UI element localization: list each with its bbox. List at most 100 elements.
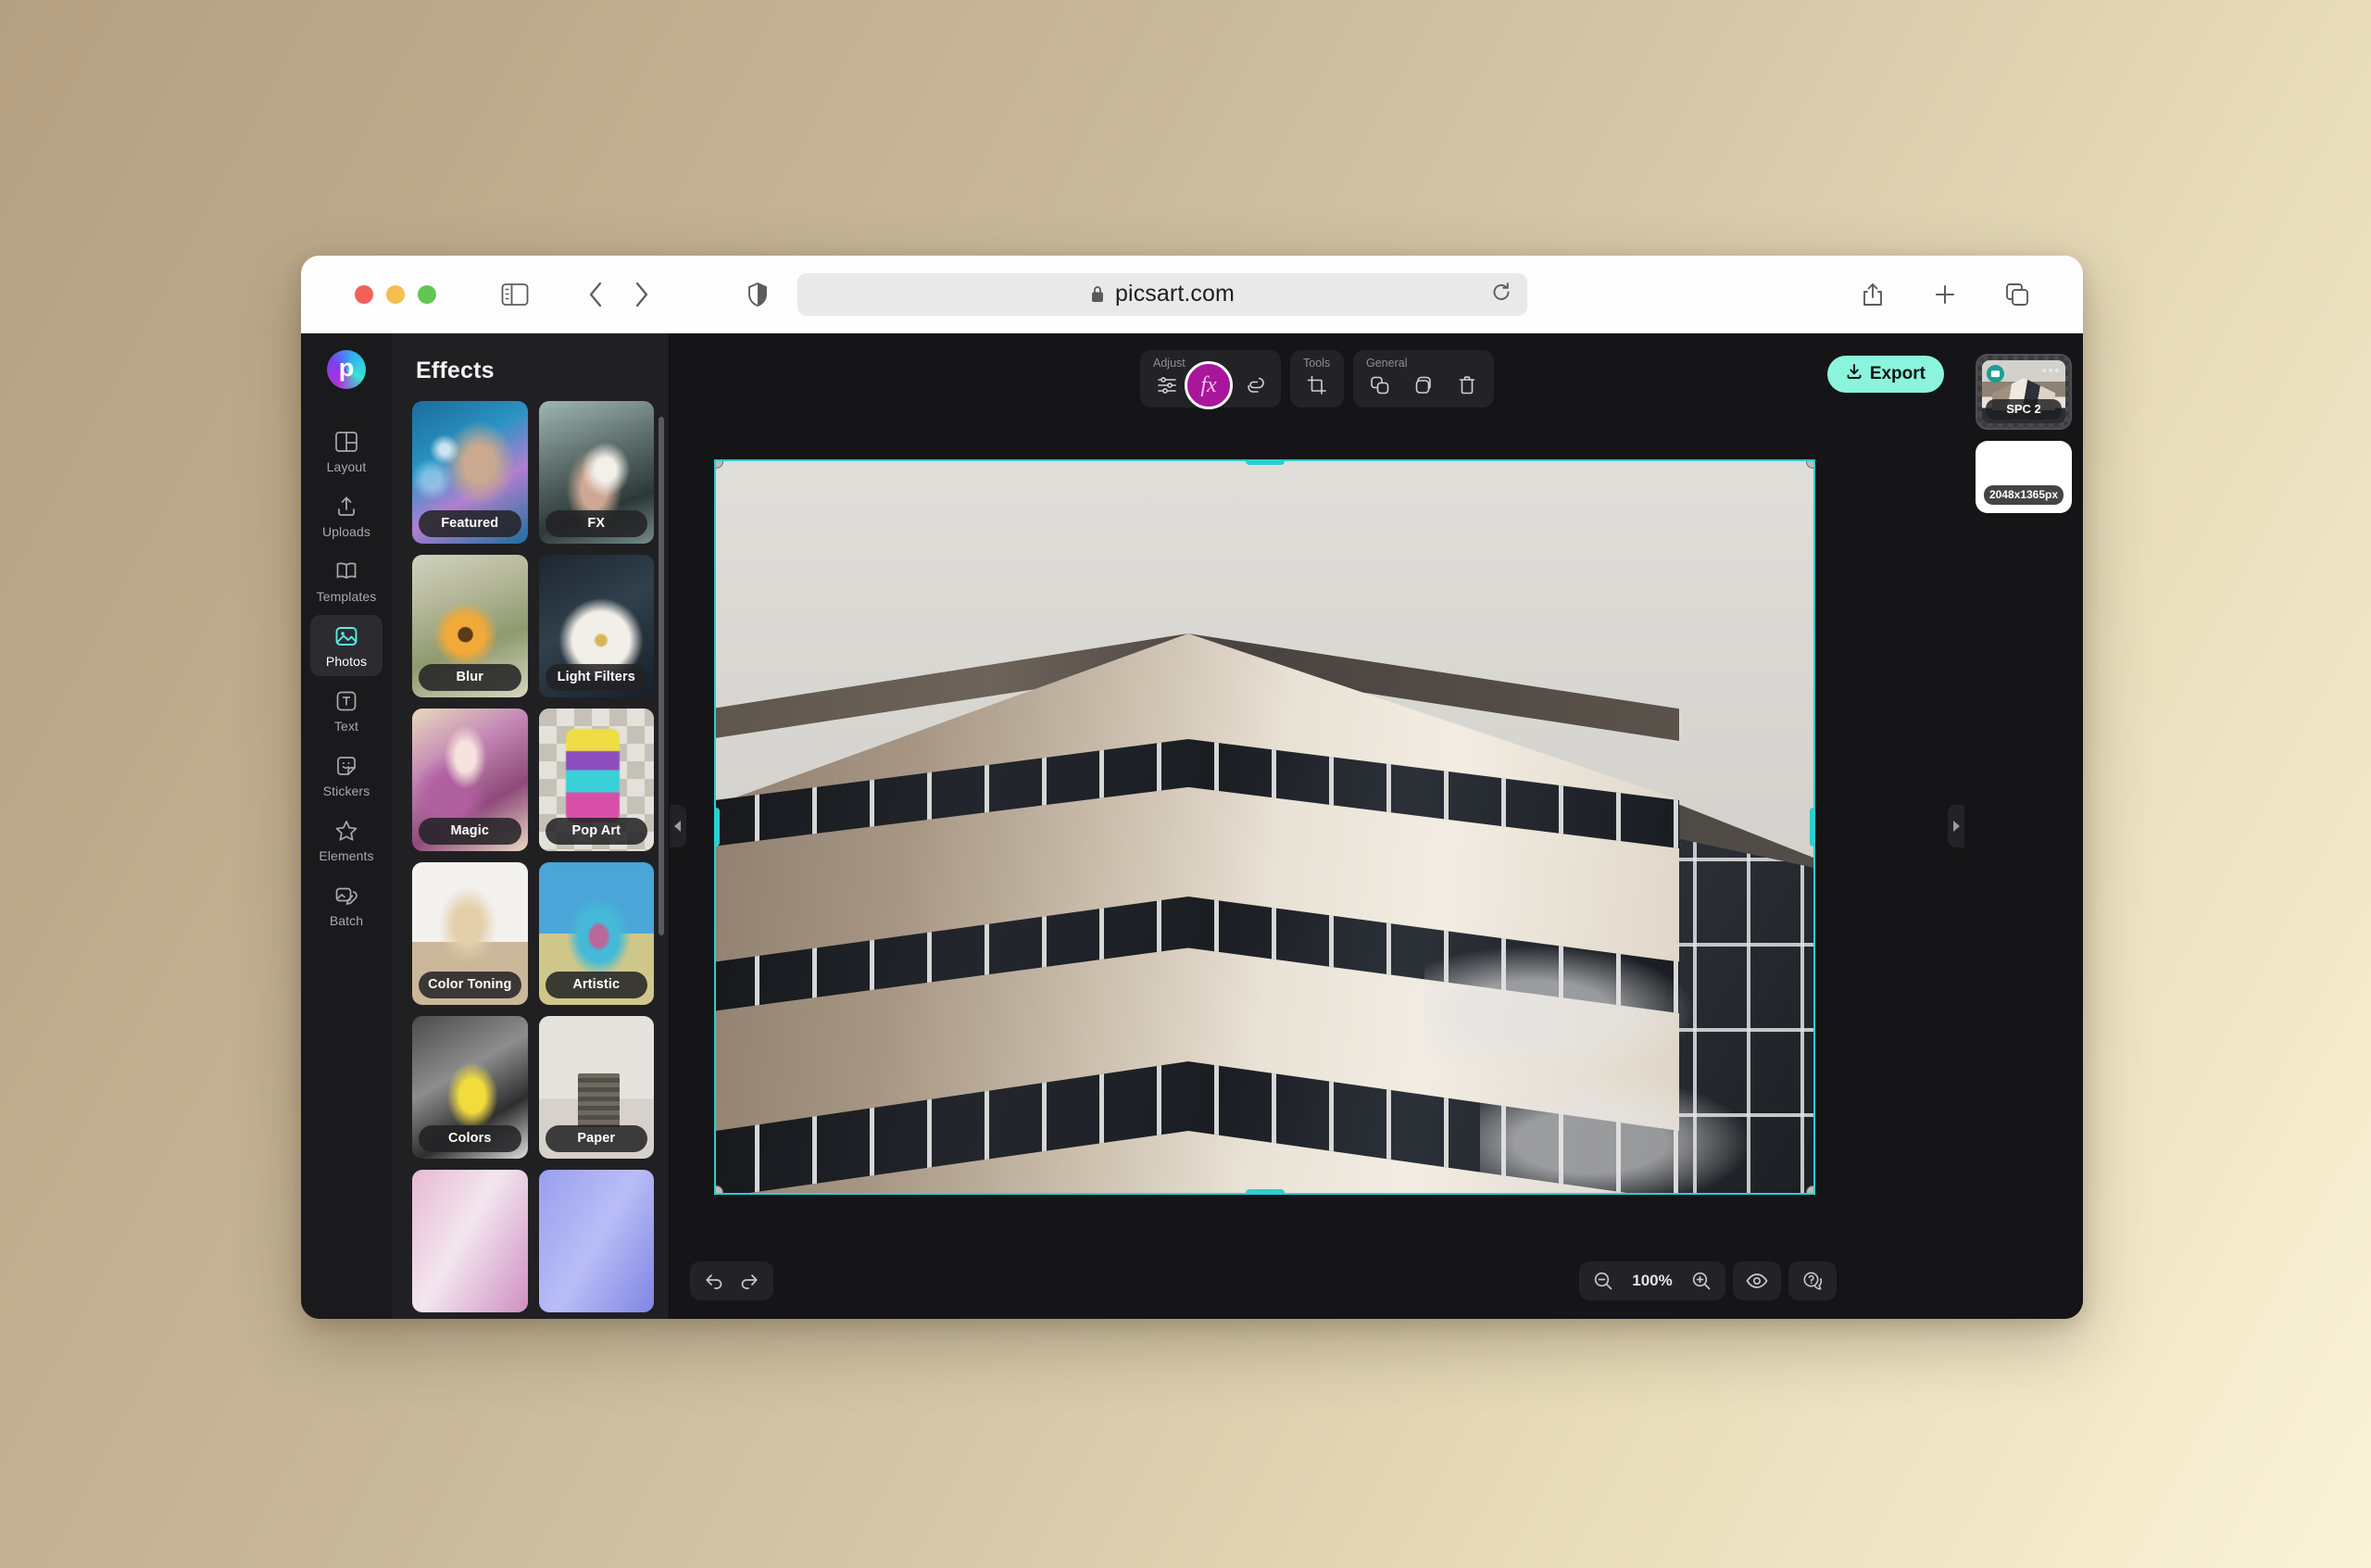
toolbar-group-icons: fx	[1151, 371, 1270, 399]
templates-icon	[333, 558, 359, 584]
sidebar-item-stickers[interactable]: Stickers	[310, 745, 383, 806]
picsart-editor: p Layout	[301, 333, 2083, 1319]
sidebar-toggle-icon[interactable]	[494, 273, 536, 316]
url-display: picsart.com	[1090, 281, 1235, 307]
resize-handle-top[interactable]	[1246, 461, 1285, 465]
maximize-window-button[interactable]	[418, 285, 436, 304]
effect-card-light-filters[interactable]: Light Filters	[539, 555, 655, 697]
sidebar-item-label: Layout	[327, 459, 367, 474]
sidebar-item-elements[interactable]: Elements	[310, 809, 383, 871]
effect-card-fx[interactable]: FX	[539, 401, 655, 544]
effect-card-blur[interactable]: Blur	[412, 555, 528, 697]
artboard-wrap	[716, 461, 1818, 1202]
eye-icon[interactable]	[1742, 1267, 1772, 1295]
sidebar-item-label: Batch	[330, 913, 363, 928]
effect-card-label: Blur	[419, 664, 521, 691]
picsart-logo: p	[327, 350, 366, 389]
sidebar-item-label: Photos	[326, 654, 367, 669]
sidebar-item-uploads[interactable]: Uploads	[310, 485, 383, 546]
reload-icon[interactable]	[1490, 281, 1512, 307]
effect-card-label: Colors	[419, 1125, 521, 1152]
toolbar-group-icons	[1364, 371, 1483, 399]
effect-card-color-toning[interactable]: Color Toning	[412, 862, 528, 1005]
tabs-icon[interactable]	[1996, 273, 2039, 316]
plus-icon[interactable]	[1924, 273, 1966, 316]
effect-card-label: Light Filters	[546, 664, 648, 691]
effect-card-pop-art[interactable]: Pop Art	[539, 709, 655, 851]
effect-card-next-row-left[interactable]	[412, 1170, 528, 1312]
help-chat-icon[interactable]	[1798, 1267, 1827, 1295]
upload-icon	[333, 494, 359, 520]
undo-redo-bar	[690, 1261, 773, 1300]
text-icon	[333, 688, 359, 714]
collapse-left-panel-icon[interactable]	[670, 805, 686, 847]
chevron-right-icon[interactable]	[620, 273, 662, 316]
effect-card-label: Magic	[419, 818, 521, 845]
sidebar-item-batch[interactable]: Batch	[310, 874, 383, 935]
chevron-left-icon[interactable]	[575, 273, 618, 316]
effect-card-label: Featured	[419, 510, 521, 537]
photos-icon	[333, 623, 359, 649]
panel-scrollbar[interactable]	[659, 417, 664, 935]
effect-thumbnail	[539, 1170, 655, 1312]
lock-icon	[1090, 284, 1105, 304]
canvas-size-label: 2048x1365px	[1984, 485, 2064, 505]
minimize-window-button[interactable]	[386, 285, 405, 304]
trash-icon[interactable]	[1451, 371, 1483, 399]
window-traffic-lights	[355, 285, 436, 304]
toolbar-group-tools: Tools	[1290, 350, 1344, 408]
fx-icon[interactable]: fx	[1195, 371, 1226, 399]
layer-name: SPC 2	[1986, 399, 2062, 420]
duplicate-icon[interactable]	[1364, 371, 1396, 399]
copy-icon[interactable]	[1408, 371, 1439, 399]
sidebar-item-text[interactable]: Text	[310, 680, 383, 741]
canvas-area: Adjust fx	[670, 333, 1964, 1319]
sidebar-item-photos[interactable]: Photos	[310, 615, 383, 676]
layer-item-image[interactable]: ••• SPC 2	[1976, 354, 2072, 430]
sidebar-item-layout[interactable]: Layout	[310, 420, 383, 482]
export-button[interactable]: Export	[1827, 356, 1944, 393]
canvas-photo[interactable]	[716, 461, 1813, 1193]
effect-card-next-row-right[interactable]	[539, 1170, 655, 1312]
layout-icon	[333, 429, 359, 455]
address-bar[interactable]: picsart.com	[797, 273, 1527, 316]
rail-items: Layout Uploads	[301, 420, 392, 935]
undo-icon[interactable]	[699, 1267, 729, 1295]
browser-window: picsart.com	[301, 256, 2083, 1319]
resize-handle-bottom[interactable]	[1246, 1189, 1285, 1193]
effect-card-label: Artistic	[546, 972, 648, 998]
effect-card-featured[interactable]: Featured	[412, 401, 528, 544]
toolbar-group-label: Tools	[1301, 357, 1333, 370]
share-icon[interactable]	[1851, 273, 1894, 316]
sidebar-item-label: Text	[334, 719, 358, 734]
layers-panel: ••• SPC 2 2048x1365px	[1964, 333, 2083, 1319]
retouch-icon[interactable]	[1238, 371, 1270, 399]
zoom-out-icon[interactable]	[1588, 1267, 1618, 1295]
layer-item-canvas[interactable]: 2048x1365px	[1976, 441, 2072, 513]
redo-icon[interactable]	[734, 1267, 764, 1295]
zoom-in-icon[interactable]	[1687, 1267, 1716, 1295]
effect-card-colors[interactable]: Colors	[412, 1016, 528, 1159]
sidebar-item-label: Templates	[317, 589, 377, 604]
resize-handle-right[interactable]	[1810, 808, 1813, 847]
zoom-controls: 100%	[1579, 1261, 1725, 1300]
toolbar-group-icons	[1301, 371, 1333, 399]
resize-handle-left[interactable]	[716, 808, 720, 847]
effect-card-magic[interactable]: Magic	[412, 709, 528, 851]
effect-card-label: Color Toning	[419, 972, 521, 998]
close-window-button[interactable]	[355, 285, 373, 304]
collapse-right-panel-icon[interactable]	[1948, 805, 1964, 847]
effect-card-artistic[interactable]: Artistic	[539, 862, 655, 1005]
sidebar-item-label: Uploads	[322, 524, 370, 539]
picsart-logo-wrap[interactable]: p	[327, 341, 366, 398]
layer-menu-button[interactable]: •••	[2042, 364, 2061, 378]
adjust-sliders-icon[interactable]	[1151, 371, 1183, 399]
effect-card-paper[interactable]: Paper	[539, 1016, 655, 1159]
crop-icon[interactable]	[1301, 371, 1333, 399]
toolbar-group-label: Adjust	[1151, 357, 1270, 370]
toolbar-group-adjust: Adjust fx	[1140, 350, 1281, 408]
sticker-icon	[333, 753, 359, 779]
shield-icon[interactable]	[736, 273, 779, 316]
artboard[interactable]	[716, 461, 1813, 1193]
sidebar-item-templates[interactable]: Templates	[310, 550, 383, 611]
